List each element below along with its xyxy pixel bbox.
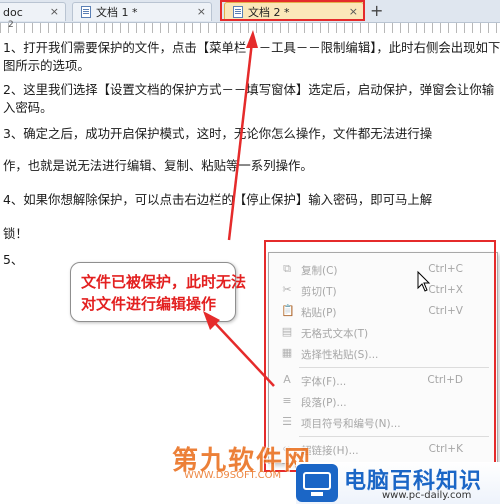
menu-item-bullets[interactable]: ☰ 项目符号和编号(N)... [269, 412, 495, 433]
doc-line: 3、确定之后，成功开启保护模式，这时，无论你怎么操作，文件都无法进行操 [3, 126, 433, 141]
menu-separator [299, 367, 489, 368]
arrow-to-callout-icon [203, 311, 275, 387]
tab-document-1-label: 文档 1 * [96, 6, 138, 19]
doc-line: 入密码。 [3, 100, 53, 115]
doc-line: 图所示的选项。 [3, 58, 90, 73]
monitor-logo-icon [296, 464, 338, 502]
paste-special-icon: ▦ [281, 346, 293, 359]
menu-item-paragraph[interactable]: ≡ 段落(P)... [269, 391, 495, 412]
tab-document-2-label: 文档 2 * [248, 6, 290, 19]
site-watermark-right: 电脑百科知识 www.pc-daily.com [296, 462, 500, 504]
doc-line: 作，也就是说无法进行编辑、复制、粘贴等一系列操作。 [3, 158, 313, 173]
menu-item-label: 项目符号和编号(N)... [301, 418, 401, 430]
menu-item-label: 剪切(T) [301, 286, 337, 298]
paste-plain-icon: ▤ [281, 325, 293, 338]
menu-item-label: 无格式文本(T) [301, 328, 369, 340]
doc-line: 4、如果你想解除保护，可以点击右边栏的【停止保护】输入密码，即可马上解 [3, 192, 433, 207]
bullets-icon: ☰ [282, 415, 292, 428]
menu-item-copy[interactable]: ⧉ 复制(C) Ctrl+C [269, 259, 495, 280]
tab-doc-label: doc [3, 5, 23, 19]
doc-line: 5、 [3, 252, 24, 267]
annotation-callout: 文件已被保护，此时无法 对文件进行编辑操作 [70, 262, 246, 322]
doc-line: 2、这里我们选择【设置文档的保护方式－－填写窗体】选定后，启动保护，弹窗会让你输 [3, 82, 495, 97]
menu-item-label: 复制(C) [301, 265, 338, 277]
tab-bar: doc × 文档 1 * × 文档 2 * × + [0, 0, 500, 23]
close-icon[interactable]: × [50, 5, 59, 18]
new-tab-button[interactable]: + [370, 1, 383, 20]
paste-icon: 📋 [281, 304, 295, 317]
doc-line: 1、打开我们需要保护的文件，点击【菜单栏－－工具－－限制编辑】，此时右侧会出现如… [3, 40, 500, 55]
site-watermark-left-url: WWW.D9SOFT.COM [184, 470, 282, 481]
menu-item-shortcut: Ctrl+X [428, 284, 463, 296]
close-icon[interactable]: × [197, 5, 206, 18]
cut-icon: ✂ [282, 283, 292, 296]
menu-item-paste-plain[interactable]: ▤ 无格式文本(T) [269, 322, 495, 343]
menu-item-label: 选择性粘贴(S)... [301, 349, 379, 361]
menu-item-label: 段落(P)... [301, 397, 347, 409]
close-icon[interactable]: × [349, 5, 358, 18]
menu-separator [299, 436, 489, 437]
menu-item-label: 粘贴(P) [301, 307, 337, 319]
watermark-url: www.pc-daily.com [382, 490, 472, 501]
menu-item-cut[interactable]: ✂ 剪切(T) Ctrl+X [269, 280, 495, 301]
document-icon [233, 6, 243, 18]
doc-line: 锁！ [3, 226, 28, 241]
menu-item-paste-special[interactable]: ▦ 选择性粘贴(S)... [269, 343, 495, 364]
menu-item-paste[interactable]: 📋 粘贴(P) Ctrl+V [269, 301, 495, 322]
tab-document-2[interactable]: 文档 2 * × [224, 2, 364, 21]
tab-doc[interactable]: doc × [0, 2, 66, 21]
context-menu: ⧉ 复制(C) Ctrl+C ✂ 剪切(T) Ctrl+X 📋 粘贴(P) Ct… [268, 252, 498, 464]
paragraph-icon: ≡ [282, 394, 292, 407]
horizontal-ruler [0, 23, 500, 33]
menu-item-shortcut: Ctrl+K [428, 443, 463, 455]
callout-line-1: 文件已被保护，此时无法 [81, 273, 247, 291]
menu-item-shortcut: Ctrl+V [428, 305, 463, 317]
font-icon: A [283, 373, 291, 386]
menu-item-label: 字体(F)... [301, 376, 347, 388]
callout-line-2: 对文件进行编辑操作 [81, 295, 217, 313]
ruler-number: 2 [8, 20, 14, 30]
tab-document-1[interactable]: 文档 1 * × [72, 2, 212, 21]
menu-item-shortcut: Ctrl+D [427, 374, 463, 386]
menu-item-font[interactable]: A 字体(F)... Ctrl+D [269, 370, 495, 391]
copy-icon: ⧉ [283, 262, 291, 275]
document-icon [81, 6, 91, 18]
menu-item-shortcut: Ctrl+C [428, 263, 463, 275]
